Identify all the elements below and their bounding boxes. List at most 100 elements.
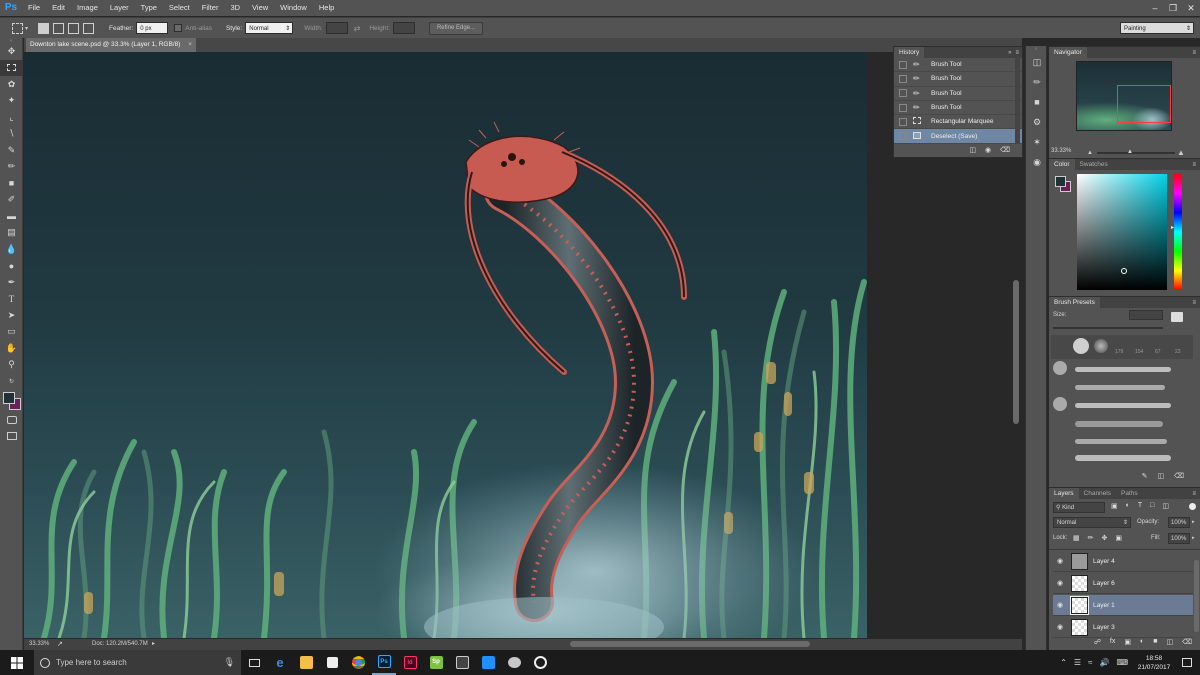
menu-file[interactable]: File	[22, 0, 46, 16]
height-input[interactable]	[392, 22, 415, 34]
tab-brush-presets[interactable]: Brush Presets	[1049, 297, 1100, 308]
status-menu-icon[interactable]: ▸	[152, 640, 155, 647]
history-item[interactable]: ✏ Brush Tool	[894, 87, 1022, 101]
default-colors-icon[interactable]: ↻	[0, 373, 23, 390]
adjustment-filter-icon[interactable]: ◐	[1126, 502, 1130, 510]
zoom-out-icon[interactable]: ▲	[1087, 150, 1093, 156]
layer-thumbnail[interactable]	[1071, 574, 1088, 592]
layer-style-icon[interactable]: fx	[1110, 638, 1115, 650]
snapshot-icon[interactable]: ◉	[985, 146, 991, 154]
taskbar-search-box[interactable]: Type here to search 🎙	[34, 650, 241, 675]
layer-row[interactable]: ◉ Layer 4	[1053, 551, 1193, 572]
shape-filter-icon[interactable]: □	[1150, 502, 1154, 510]
brush-size-slider[interactable]	[1053, 327, 1163, 329]
pixel-filter-icon[interactable]: ▣	[1111, 502, 1118, 510]
trash-icon[interactable]: ⌫	[1000, 146, 1010, 154]
tab-layers[interactable]: Layers	[1049, 488, 1079, 499]
panel-menu-icon[interactable]: ≡	[1192, 491, 1196, 497]
history-item[interactable]: ✏ Brush Tool	[894, 58, 1022, 73]
navigator-view-box[interactable]	[1117, 85, 1171, 123]
chevron-down-icon[interactable]: ▸	[1192, 519, 1195, 525]
fill-input[interactable]: 100%	[1168, 533, 1190, 544]
eyedropper-tool-icon[interactable]: ∖	[0, 126, 23, 143]
paint-app-icon[interactable]	[502, 651, 526, 675]
edge-icon[interactable]: e	[268, 651, 292, 675]
color-picker-marker[interactable]	[1121, 268, 1127, 274]
eye-icon[interactable]: ◉	[1053, 623, 1067, 631]
wifi-icon[interactable]: ≈	[1088, 658, 1092, 667]
horizontal-scrollbar[interactable]	[570, 641, 810, 647]
panel-menu-icon[interactable]: ≡	[1192, 50, 1196, 56]
style-select[interactable]: Normal ⇕	[245, 22, 294, 34]
link-layers-icon[interactable]: ☍	[1094, 638, 1101, 650]
quick-mask-icon[interactable]	[0, 412, 23, 429]
add-to-selection-icon[interactable]	[53, 22, 65, 34]
windows-start-icon[interactable]	[1, 651, 33, 675]
volume-icon[interactable]: 🔊	[1099, 658, 1109, 667]
chevron-down-icon[interactable]: ▾	[25, 25, 28, 32]
menu-layer[interactable]: Layer	[104, 0, 135, 16]
menu-view[interactable]: View	[246, 0, 274, 16]
type-tool-icon[interactable]: T	[0, 291, 23, 308]
history-item[interactable]: ✏ Brush Tool	[894, 72, 1022, 87]
move-tool-icon[interactable]: ✥	[0, 43, 23, 60]
tab-swatches[interactable]: Swatches	[1075, 159, 1113, 170]
zoom-in-icon[interactable]: ▲	[1177, 148, 1185, 157]
menu-image[interactable]: Image	[71, 0, 104, 16]
zoom-tool-icon[interactable]: ⚲	[0, 357, 23, 374]
width-input[interactable]	[325, 22, 348, 34]
smart-object-filter-icon[interactable]: ◫	[1162, 502, 1169, 510]
close-icon[interactable]: ✕	[1182, 0, 1200, 16]
zoom-slider-handle[interactable]: ▲	[1127, 149, 1133, 155]
network-icon[interactable]: ☰	[1074, 658, 1081, 667]
hand-tool-icon[interactable]: ✋	[0, 340, 23, 357]
opacity-input[interactable]: 100%	[1168, 517, 1190, 528]
eye-icon[interactable]: ◉	[1053, 579, 1067, 587]
brush-tip-hard-round[interactable]	[1073, 338, 1089, 354]
blend-mode-select[interactable]: Normal ⇕	[1053, 517, 1131, 528]
history-item[interactable]: ✏ Brush Tool	[894, 101, 1022, 116]
rect-marquee-preset-icon[interactable]	[12, 22, 23, 34]
zoom-readout[interactable]: 33.33%	[29, 641, 49, 647]
music-app-icon[interactable]	[528, 651, 552, 675]
lock-transparent-icon[interactable]: ▦	[1073, 534, 1080, 542]
swap-icon[interactable]: ⇄	[354, 24, 361, 33]
libraries-icon[interactable]: ◉	[1026, 152, 1048, 172]
hue-slider-handle[interactable]: ▸	[1171, 224, 1174, 231]
lock-position-icon[interactable]: ✥	[1102, 534, 1108, 542]
menu-filter[interactable]: Filter	[196, 0, 225, 16]
minimize-icon[interactable]: –	[1146, 0, 1164, 16]
gradient-tool-icon[interactable]: ▤	[0, 225, 23, 242]
layer-thumbnail[interactable]	[1071, 552, 1088, 570]
brush-stroke-list[interactable]	[1051, 361, 1193, 469]
navigator-zoom[interactable]: 33.33%	[1051, 148, 1071, 154]
rectangle-tool-icon[interactable]: ▭	[0, 324, 23, 341]
panel-menu-icon[interactable]: ≡	[1192, 300, 1196, 306]
history-checkbox[interactable]	[899, 117, 907, 126]
brush-panel-toggle-icon[interactable]	[1171, 312, 1183, 322]
vertical-scrollbar[interactable]	[1013, 280, 1019, 424]
store-icon[interactable]	[320, 651, 344, 675]
clone-source-icon[interactable]: ■	[1026, 92, 1048, 112]
layer-row[interactable]: ◉ Layer 6	[1053, 573, 1193, 594]
brush-tool-presets-icon[interactable]: ✎	[1142, 472, 1148, 484]
trash-icon[interactable]: ⌫	[1174, 472, 1184, 484]
foreground-color-swatch[interactable]	[3, 391, 15, 404]
close-tab-icon[interactable]: ×	[188, 41, 192, 48]
layer-row[interactable]: ◉ Layer 3	[1053, 617, 1193, 638]
photoshop-taskbar-icon[interactable]: Ps	[372, 651, 396, 675]
menu-3d[interactable]: 3D	[224, 0, 246, 16]
document-tab[interactable]: Downton lake scene.psd @ 33.3% (Layer 1,…	[26, 38, 197, 52]
microphone-icon[interactable]: 🎙	[224, 657, 235, 668]
navigator-thumbnail[interactable]	[1076, 61, 1172, 131]
clock[interactable]: 18:58 21/07/2017	[1134, 654, 1174, 672]
indesign-taskbar-icon[interactable]: Id	[398, 651, 422, 675]
menu-help[interactable]: Help	[313, 0, 340, 16]
intersect-selection-icon[interactable]	[83, 22, 95, 34]
layers-scrollbar[interactable]	[1194, 560, 1199, 632]
show-hidden-icons-icon[interactable]: ⌃	[1060, 658, 1067, 667]
menu-window[interactable]: Window	[274, 0, 313, 16]
healing-brush-tool-icon[interactable]: ✎	[0, 142, 23, 159]
adjustments-icon[interactable]: ✶	[1026, 132, 1048, 152]
dodge-tool-icon[interactable]: ●	[0, 258, 23, 275]
